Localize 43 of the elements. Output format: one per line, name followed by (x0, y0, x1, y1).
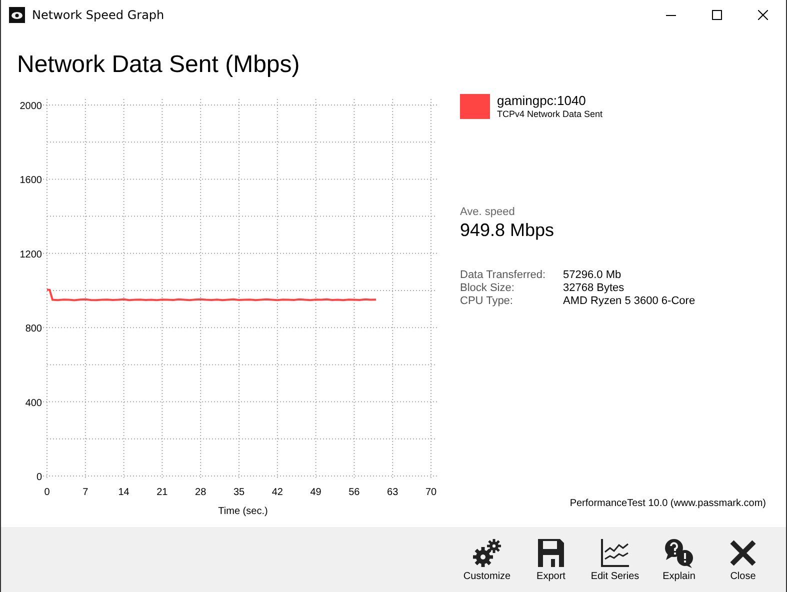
axis-tick-label: 21 (156, 487, 168, 498)
series-description: TCPv4 Network Data Sent (497, 108, 603, 120)
export-button[interactable]: Export (520, 527, 582, 592)
help-bubbles-icon (663, 538, 695, 568)
x-axis-label: Time (sec.) (218, 506, 268, 517)
axis-tick-label: 56 (348, 487, 360, 498)
credit-text: PerformanceTest 10.0 (www.passmark.com) (570, 498, 766, 509)
axis-tick-label: 800 (25, 324, 42, 335)
window-title: Network Speed Graph (32, 8, 164, 22)
axis-tick-label: 0 (44, 487, 50, 498)
average-label: Ave. speed (460, 206, 516, 218)
chart-heading: Network Data Sent (Mbps) (17, 50, 301, 80)
axis-tick-label: 2000 (20, 101, 42, 112)
line-chart-icon (600, 538, 630, 568)
close-icon (730, 540, 756, 566)
average-value: 949.8 Mbps (460, 220, 556, 241)
customize-button[interactable]: Customize (456, 527, 518, 592)
axis-tick-label: 28 (195, 487, 206, 498)
close-button[interactable]: Close (712, 527, 774, 592)
close-icon[interactable] (758, 10, 768, 20)
series-button[interactable]: Edit Series (584, 527, 646, 592)
detail-label: CPU Type: (460, 295, 514, 308)
detail-value: 32768 Bytes (563, 282, 626, 295)
detail-value: AMD Ryzen 5 3600 6-Core (563, 295, 696, 308)
app-icon (9, 7, 25, 23)
axis-tick-label: 49 (310, 487, 322, 498)
detail-value: 57296.0 Mb (563, 269, 622, 282)
axis-tick-label: 42 (272, 487, 283, 498)
axis-tick-label: 35 (233, 487, 245, 498)
axis-tick-label: 400 (25, 398, 42, 409)
detail-label: Data Transferred: (460, 269, 547, 282)
axis-tick-label: 14 (118, 487, 130, 498)
axis-tick-label: 70 (425, 487, 437, 498)
axis-tick-label: 7 (82, 487, 88, 498)
gears-icon (472, 538, 502, 568)
axis-tick-label: 0 (36, 472, 42, 483)
explain-button[interactable]: Explain (648, 527, 710, 592)
axis-tick-label: 63 (387, 487, 398, 498)
axis-tick-label: 1200 (20, 249, 42, 260)
series-name: gamingpc:1040 (497, 94, 587, 108)
axis-tick-label: 1600 (20, 175, 42, 186)
maximize-icon[interactable] (712, 10, 722, 20)
detail-label: Block Size: (460, 282, 516, 295)
